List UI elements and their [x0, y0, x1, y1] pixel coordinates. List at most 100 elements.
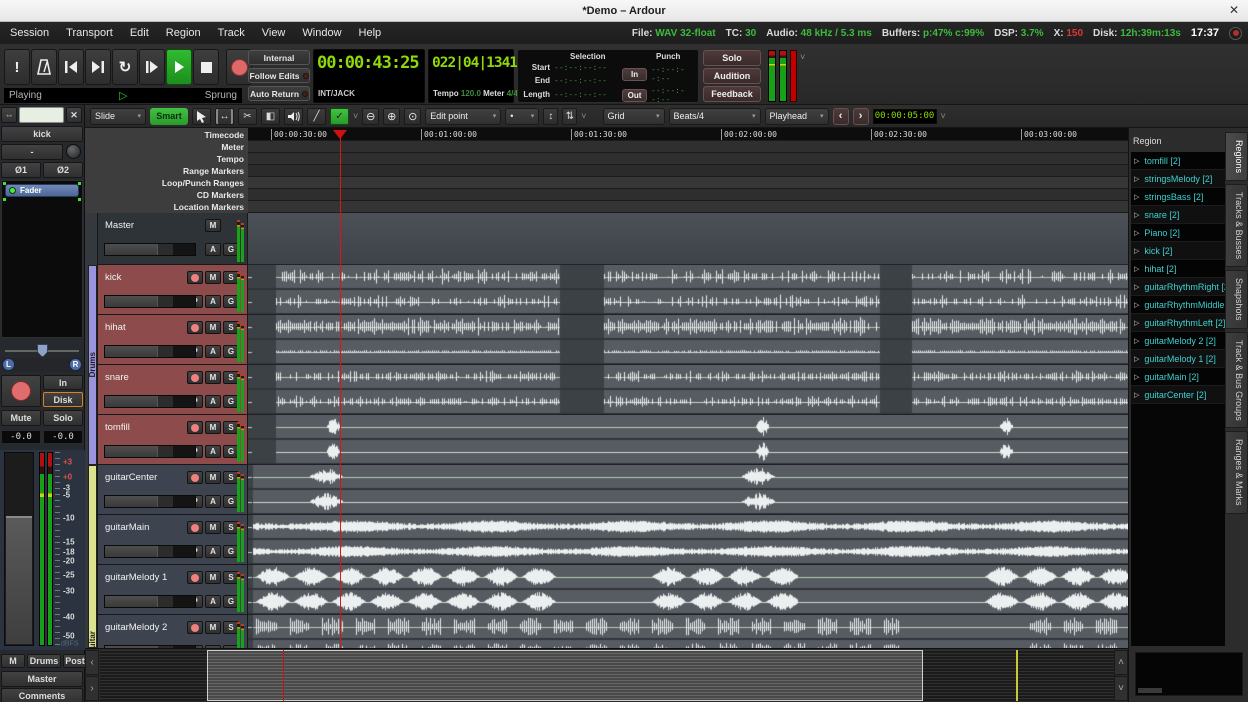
follow-edits-button[interactable]: Follow Edits — [248, 68, 310, 83]
region-list-item[interactable]: ▷guitarRhythmMiddle [2] — [1131, 296, 1225, 314]
summary-scroll-left-button[interactable]: ‹ — [85, 650, 99, 675]
expander-icon[interactable]: ▷ — [1134, 211, 1139, 219]
track-automation-button[interactable]: A — [205, 243, 221, 256]
region-list-item[interactable]: ▷guitarRhythmRight [2] — [1131, 278, 1225, 296]
range-tool-button[interactable]: ↔ — [215, 108, 234, 125]
track-automation-button[interactable]: A — [205, 295, 221, 308]
pan-left-button[interactable]: L — [2, 358, 15, 371]
expander-icon[interactable]: ▷ — [1134, 373, 1139, 381]
punch-in-value[interactable]: --:--:--:-- — [651, 65, 698, 83]
track-lane-hihat[interactable] — [248, 315, 1128, 365]
audition-tool-button[interactable] — [284, 108, 303, 125]
track-record-button[interactable] — [187, 521, 203, 534]
region-list-item[interactable]: ▷guitarMelody 2 [2] — [1131, 332, 1225, 350]
track-lane-canvas-guitarcenter[interactable] — [248, 465, 1128, 514]
track-mute-button[interactable]: M — [205, 219, 221, 232]
track-lane-canvas-guitarmelody-1[interactable] — [248, 565, 1128, 614]
summary-overview[interactable] — [100, 650, 1115, 701]
group-strip-drums[interactable]: Drums — [88, 265, 97, 465]
punch-in-button[interactable]: In — [622, 68, 647, 81]
trim-knob[interactable] — [66, 144, 81, 159]
track-gain-slider[interactable] — [104, 545, 196, 558]
track-automation-button[interactable]: A — [205, 495, 221, 508]
track-record-button[interactable] — [187, 421, 203, 434]
punch-out-button[interactable]: Out — [622, 89, 647, 102]
track-header-guitarmelody-2[interactable]: guitarMelody 2MSPAG — [97, 615, 248, 648]
selection-end-value[interactable]: --:--:--:-- — [554, 76, 607, 85]
track-gain-slider[interactable] — [104, 243, 196, 256]
selection-start-value[interactable]: --:--:--:-- — [554, 63, 607, 72]
strip-tab-m[interactable]: M — [1, 654, 25, 668]
pan-right-button[interactable]: R — [69, 358, 82, 371]
panel-tab-ranges-marks[interactable]: Ranges & Marks — [1225, 431, 1248, 514]
region-list-item[interactable]: ▷tomfill [2] — [1131, 152, 1225, 170]
track-header-kick[interactable]: kickMSPAG — [97, 265, 248, 315]
region-list-item[interactable]: ▷guitarMelody 1 [2] — [1131, 350, 1225, 368]
fader-processor[interactable]: Fader — [5, 184, 79, 197]
monitor-disk-button[interactable]: Disk — [43, 392, 83, 407]
track-automation-button[interactable]: A — [205, 545, 221, 558]
stop-button[interactable] — [193, 49, 219, 85]
menu-region[interactable]: Region — [166, 27, 201, 39]
track-header-guitarmelody-1[interactable]: guitarMelody 1MSPAG — [97, 565, 248, 615]
play-selection-button[interactable] — [139, 49, 165, 85]
gain-fader-handle[interactable] — [6, 516, 32, 644]
primary-clock[interactable]: 00:00:43:25 INT/JACK — [313, 49, 425, 103]
draw-tool-button[interactable]: ╱ — [307, 108, 326, 125]
track-record-button[interactable] — [187, 621, 203, 634]
master-tab-button[interactable]: Master — [1, 671, 83, 687]
track-gain-slider[interactable] — [104, 595, 196, 608]
grab-tool-button[interactable] — [192, 108, 211, 125]
track-lane-canvas-hihat[interactable] — [248, 315, 1128, 364]
record-indicator[interactable] — [1229, 27, 1242, 40]
panel-tab-regions[interactable]: Regions — [1225, 132, 1248, 181]
track-lane-canvas-guitarmelody-2[interactable] — [248, 615, 1128, 648]
goto-end-button[interactable] — [85, 49, 111, 85]
track-record-button[interactable] — [187, 271, 203, 284]
auto-return-button[interactable]: Auto Return — [248, 86, 310, 101]
track-lane-canvas-guitarmain[interactable] — [248, 515, 1128, 564]
play-button[interactable] — [166, 49, 192, 85]
expander-icon[interactable]: ▷ — [1134, 175, 1139, 183]
menu-help[interactable]: Help — [359, 27, 382, 39]
edit-mode-dropdown[interactable]: Slide▾ — [90, 108, 146, 125]
track-gain-slider[interactable] — [104, 295, 196, 308]
cut-tool-button[interactable]: ✂ — [238, 108, 257, 125]
track-automation-button[interactable]: A — [205, 445, 221, 458]
track-lane-canvas-snare[interactable] — [248, 365, 1128, 414]
pan-handle[interactable] — [37, 344, 48, 357]
track-header-hihat[interactable]: hihatMSPAG — [97, 315, 248, 365]
track-mute-button[interactable]: M — [205, 621, 221, 634]
loop-button[interactable]: ↻ — [112, 49, 138, 85]
primary-clock-value[interactable]: 00:00:43:25 — [314, 50, 424, 73]
strip-solo-button[interactable]: Solo — [43, 410, 83, 426]
track-lane-canvas-tomfill[interactable] — [248, 415, 1128, 464]
ruler-lane-tempo[interactable] — [248, 153, 1128, 165]
region-list-item[interactable]: ▷guitarCenter [2] — [1131, 386, 1225, 404]
ruler-lane-meter[interactable] — [248, 141, 1128, 153]
expander-icon[interactable]: ▷ — [1134, 265, 1139, 273]
region-list-item[interactable]: ▷guitarMain [2] — [1131, 368, 1225, 386]
summary-scroll-right-button[interactable]: › — [85, 676, 99, 701]
playhead-line[interactable] — [340, 132, 341, 648]
secondary-clock[interactable]: 022|04|1341 Tempo 120.0 Meter 4/4 — [428, 49, 514, 103]
track-lane-guitarmelody-2[interactable] — [248, 615, 1128, 648]
strip-name-input[interactable] — [19, 107, 64, 123]
feedback-button[interactable]: Feedback — [703, 86, 761, 102]
track-mute-button[interactable]: M — [205, 271, 221, 284]
summary-scroll-up-button[interactable]: ˄ — [1114, 650, 1128, 675]
track-mute-button[interactable]: M — [205, 321, 221, 334]
menu-view[interactable]: View — [262, 27, 286, 39]
nudge-clock[interactable]: 00:00:05:00 — [873, 109, 937, 124]
edit-tool-button[interactable]: ✓ — [330, 108, 349, 125]
summary-scroll-down-button[interactable]: ˅ — [1114, 676, 1128, 701]
close-icon[interactable]: ✕ — [1229, 3, 1239, 17]
expander-icon[interactable]: ▷ — [1134, 283, 1139, 291]
ruler-lane-loop-punch-ranges[interactable] — [248, 177, 1128, 189]
expander-icon[interactable]: ▷ — [1134, 193, 1139, 201]
strip-tab-drums[interactable]: Drums — [27, 654, 61, 668]
expander-icon[interactable]: ▷ — [1134, 157, 1139, 165]
region-list-item[interactable]: ▷guitarRhythmLeft [2] — [1131, 314, 1225, 332]
track-lane-canvas-kick[interactable] — [248, 265, 1128, 314]
tempo-value[interactable]: 120.0 — [461, 89, 481, 98]
